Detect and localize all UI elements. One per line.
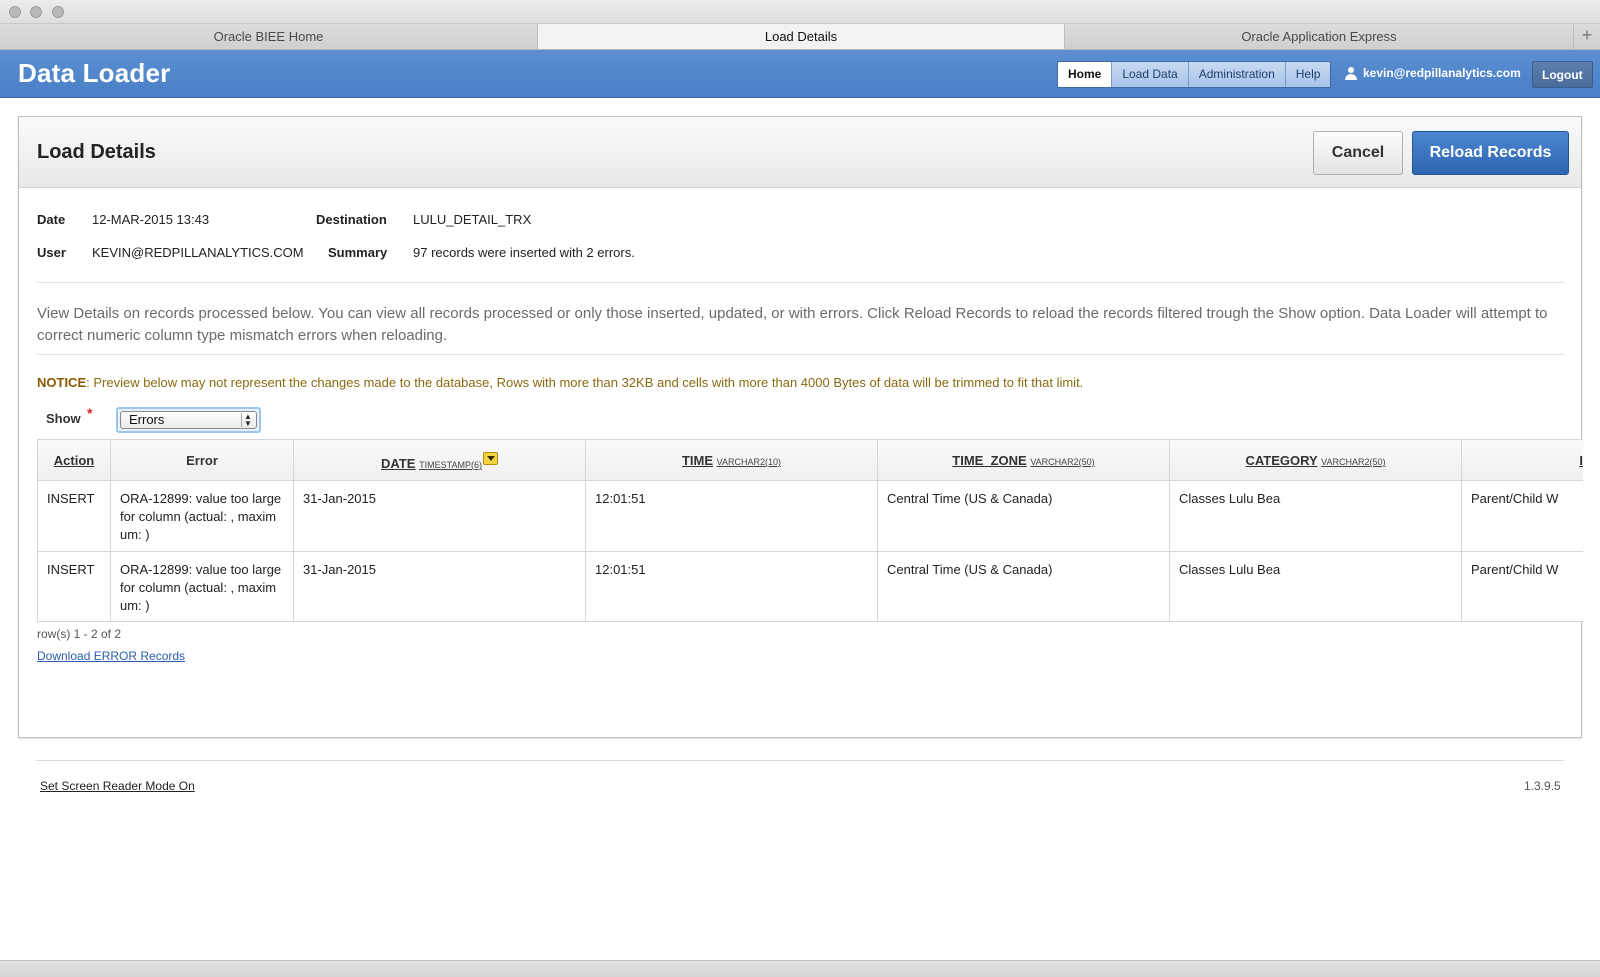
notice-body: : Preview below may not represent the ch… bbox=[86, 375, 1084, 390]
nav-load-data[interactable]: Load Data bbox=[1112, 62, 1189, 87]
new-tab-icon[interactable]: + bbox=[1574, 24, 1600, 49]
table-header-row: Action Error DATE TIMESTAMP(6) TIME VARC… bbox=[38, 440, 1583, 481]
show-label: Show bbox=[46, 411, 81, 426]
user-label: User bbox=[37, 245, 66, 260]
close-window-icon[interactable] bbox=[9, 6, 21, 18]
cell-truncated: Parent/Child W bbox=[1462, 481, 1583, 551]
cell-category: Classes Lulu Bea bbox=[1170, 481, 1462, 551]
destination-label: Destination bbox=[316, 212, 387, 227]
cell-time: 12:01:51 bbox=[586, 552, 878, 621]
footer-divider bbox=[36, 760, 1564, 761]
window-titlebar bbox=[0, 0, 1600, 24]
cell-time-zone: Central Time (US & Canada) bbox=[878, 481, 1170, 551]
notice-text: NOTICE: Preview below may not represent … bbox=[37, 375, 1083, 390]
download-error-records-link[interactable]: Download ERROR Records bbox=[37, 649, 185, 663]
column-header-truncated[interactable]: I bbox=[1462, 440, 1583, 480]
nav-home[interactable]: Home bbox=[1058, 62, 1113, 87]
select-arrows-icon: ▲ ▼ bbox=[241, 413, 254, 428]
nav-administration[interactable]: Administration bbox=[1188, 62, 1286, 87]
date-value: 12-MAR-2015 13:43 bbox=[92, 212, 210, 227]
column-header-error: Error bbox=[111, 440, 294, 480]
window-bottom-bar bbox=[0, 960, 1600, 977]
user-email: kevin@redpillanalytics.com bbox=[1363, 66, 1521, 80]
app-header: Data Loader Home Load Data Administratio… bbox=[0, 50, 1600, 98]
sort-menu-icon[interactable] bbox=[482, 452, 498, 465]
required-marker: * bbox=[87, 405, 93, 421]
cell-action: INSERT bbox=[38, 552, 111, 621]
summary-value: 97 records were inserted with 2 errors. bbox=[413, 245, 635, 260]
nav-help[interactable]: Help bbox=[1285, 62, 1331, 87]
cell-action: INSERT bbox=[38, 481, 111, 551]
cell-time-zone: Central Time (US & Canada) bbox=[878, 552, 1170, 621]
user-menu[interactable]: kevin@redpillanalytics.com bbox=[1345, 66, 1521, 80]
column-header-time[interactable]: TIME VARCHAR2(10) bbox=[586, 440, 878, 480]
reload-records-button[interactable]: Reload Records bbox=[1412, 131, 1569, 175]
show-select-focus-ring: Errors ▲ ▼ bbox=[116, 407, 261, 433]
description-text: View Details on records processed below.… bbox=[37, 305, 1548, 344]
date-label: Date bbox=[37, 212, 66, 227]
column-header-category[interactable]: CATEGORY VARCHAR2(50) bbox=[1170, 440, 1462, 480]
user-icon bbox=[1345, 66, 1357, 80]
row-count: row(s) 1 - 2 of 2 bbox=[37, 627, 122, 641]
browser-tab-biee-home[interactable]: Oracle BIEE Home bbox=[0, 24, 538, 49]
show-select-value: Errors bbox=[129, 412, 165, 427]
cancel-button[interactable]: Cancel bbox=[1313, 131, 1403, 175]
table-row: INSERT ORA-12899: value too large for co… bbox=[38, 552, 1583, 621]
show-select[interactable]: Errors ▲ ▼ bbox=[120, 411, 257, 429]
app-version: 1.3.9.5 bbox=[1524, 779, 1561, 793]
panel-header: Load Details Cancel Reload Records bbox=[19, 117, 1581, 188]
page-title: Load Details bbox=[37, 141, 156, 163]
table-row: INSERT ORA-12899: value too large for co… bbox=[38, 481, 1583, 552]
app-title: Data Loader bbox=[18, 58, 171, 88]
minimize-window-icon[interactable] bbox=[30, 6, 42, 18]
cell-time: 12:01:51 bbox=[586, 481, 878, 551]
zoom-window-icon[interactable] bbox=[52, 6, 64, 18]
column-header-action[interactable]: Action bbox=[38, 440, 111, 480]
notice-label: NOTICE bbox=[37, 375, 87, 390]
cell-category: Classes Lulu Bea bbox=[1170, 552, 1462, 621]
browser-tab-load-details[interactable]: Load Details bbox=[538, 24, 1065, 49]
cell-date: 31-Jan-2015 bbox=[294, 552, 586, 621]
main-nav: Home Load Data Administration Help bbox=[1057, 61, 1332, 88]
screen-reader-mode-link[interactable]: Set Screen Reader Mode On bbox=[40, 779, 195, 793]
column-header-time-zone[interactable]: TIME_ZONE VARCHAR2(50) bbox=[878, 440, 1170, 480]
column-header-date[interactable]: DATE TIMESTAMP(6) bbox=[294, 440, 586, 480]
cell-error: ORA-12899: value too large for column (a… bbox=[111, 481, 294, 551]
summary-label: Summary bbox=[328, 245, 388, 260]
user-value: KEVIN@REDPILLANALYTICS.COM bbox=[92, 245, 304, 260]
divider bbox=[37, 282, 1565, 283]
records-table: Action Error DATE TIMESTAMP(6) TIME VARC… bbox=[37, 439, 1583, 622]
destination-value: LULU_DETAIL_TRX bbox=[413, 212, 532, 227]
load-details-panel: Load Details Cancel Reload Records Date … bbox=[18, 116, 1583, 738]
cell-truncated: Parent/Child W bbox=[1462, 552, 1583, 621]
divider bbox=[37, 354, 1565, 355]
browser-tab-apex[interactable]: Oracle Application Express bbox=[1065, 24, 1574, 49]
browser-tab-bar: Oracle BIEE Home Load Details Oracle App… bbox=[0, 24, 1600, 50]
logout-button[interactable]: Logout bbox=[1532, 61, 1593, 88]
cell-error: ORA-12899: value too large for column (a… bbox=[111, 552, 294, 621]
cell-date: 31-Jan-2015 bbox=[294, 481, 586, 551]
